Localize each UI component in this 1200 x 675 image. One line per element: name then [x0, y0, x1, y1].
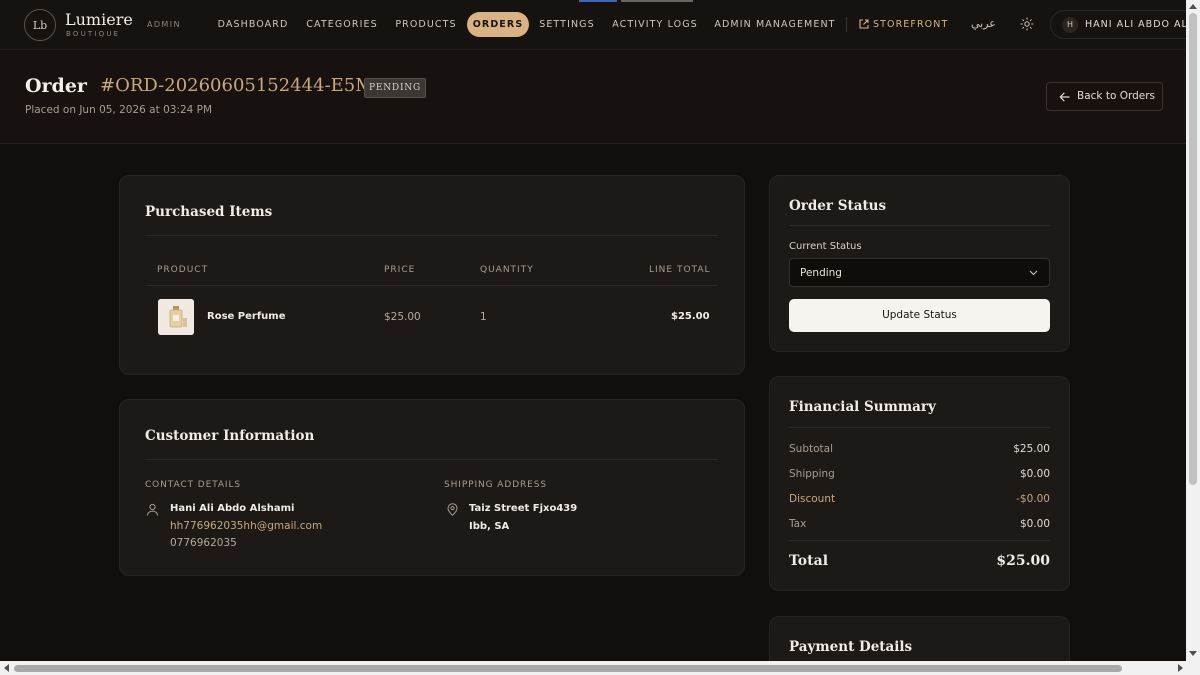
admin-tag: ADMIN — [147, 20, 181, 29]
update-status-button[interactable]: Update Status — [789, 299, 1050, 332]
nav-settings[interactable]: SETTINGS — [535, 12, 599, 37]
table-header-divider — [145, 285, 718, 286]
customer-phone: 0776962035 — [170, 537, 237, 549]
shipping-value: $0.00 — [1019, 468, 1050, 480]
contact-details-label: CONTACT DETAILS — [145, 480, 241, 490]
product-line-total: $25.00 — [671, 311, 710, 322]
brand-logo[interactable]: Lb — [24, 9, 56, 41]
customer-email[interactable]: hh776962035hh@gmail.com — [170, 520, 322, 532]
payment-details-title: Payment Details — [789, 639, 913, 655]
status-select[interactable]: Pending — [789, 258, 1050, 287]
nav-categories[interactable]: CATEGORIES — [301, 12, 383, 37]
shipping-city: Ibb, SA — [469, 521, 510, 532]
column-header-product: PRODUCT — [157, 265, 209, 275]
column-header-line-total: LINE TOTAL — [649, 265, 711, 275]
purchased-items-title: Purchased Items — [145, 204, 273, 220]
chevron-down-icon — [1029, 270, 1038, 276]
back-to-orders-button[interactable]: Back to Orders — [1046, 82, 1163, 111]
map-pin-icon — [447, 503, 458, 516]
placed-on-date: Placed on Jun 05, 2026 at 03:24 PM — [25, 104, 213, 116]
user-icon — [147, 503, 158, 516]
brand-name[interactable]: Lumiere — [65, 10, 133, 29]
product-thumbnail[interactable] — [158, 299, 194, 335]
nav-activity-logs[interactable]: ACTIVITY LOGS — [607, 12, 703, 37]
financial-summary-title: Financial Summary — [789, 399, 936, 415]
product-name[interactable]: Rose Perfume — [207, 311, 286, 322]
order-number: #ORD-20260605152444-E5MAV — [100, 75, 399, 96]
scroll-up-icon[interactable] — [1189, 4, 1197, 9]
column-header-quantity: QUANTITY — [480, 265, 534, 275]
status-badge: PENDING — [364, 78, 426, 98]
nav-dashboard[interactable]: DASHBOARD — [212, 12, 294, 37]
nav-orders[interactable]: ORDERS — [467, 12, 529, 37]
current-status-label: Current Status — [789, 241, 862, 252]
scroll-down-icon[interactable] — [1189, 651, 1197, 656]
order-status-title: Order Status — [789, 198, 887, 214]
total-value: $25.00 — [996, 553, 1050, 569]
shipping-address-label: SHIPPING ADDRESS — [444, 480, 547, 490]
nav-admin-management[interactable]: ADMIN MANAGEMENT — [710, 12, 840, 37]
product-price: $25.00 — [384, 311, 421, 323]
scroll-left-icon[interactable] — [4, 664, 9, 672]
divider — [145, 459, 718, 460]
scroll-right-icon[interactable] — [1178, 664, 1183, 672]
user-name[interactable]: HANI ALI ABDO ALSHAMI — [1085, 19, 1200, 30]
divider — [789, 225, 1050, 226]
discount-label: Discount — [789, 493, 836, 505]
status-select-value: Pending — [800, 267, 842, 279]
shipping-label: Shipping — [789, 468, 835, 480]
horizontal-scrollbar-thumb[interactable] — [14, 665, 1122, 672]
nav-storefront[interactable]: STOREFRONT — [873, 12, 947, 37]
tax-value: $0.00 — [1019, 518, 1050, 530]
avatar[interactable]: H — [1062, 17, 1078, 33]
customer-info-title: Customer Information — [145, 428, 315, 444]
divider — [789, 540, 1050, 541]
column-header-price: PRICE — [384, 265, 416, 275]
divider — [789, 427, 1050, 428]
product-quantity: 1 — [480, 311, 487, 323]
subtotal-value: $25.00 — [1013, 443, 1050, 455]
language-toggle[interactable]: عربي — [971, 17, 996, 30]
discount-value: -$0.00 — [1016, 493, 1050, 505]
shipping-street: Taiz Street Fjxo439 — [469, 503, 578, 514]
customer-name: Hani Ali Abdo Alshami — [170, 503, 295, 514]
page-header — [0, 50, 1186, 144]
nav-divider — [846, 17, 847, 32]
divider — [145, 235, 718, 236]
total-label: Total — [789, 553, 829, 569]
page-title: Order — [25, 75, 87, 97]
tax-label: Tax — [789, 518, 807, 530]
perfume-bottle-icon — [158, 299, 194, 335]
accent-line — [579, 0, 617, 2]
subtotal-label: Subtotal — [789, 443, 833, 455]
nav-products[interactable]: PRODUCTS — [390, 12, 462, 37]
arrow-left-icon — [1059, 92, 1070, 102]
vertical-scrollbar-thumb[interactable] — [1189, 13, 1197, 485]
brand-subtitle: BOUTIQUE — [66, 30, 121, 38]
external-link-icon — [859, 19, 869, 29]
accent-line — [621, 0, 693, 2]
order-details-page: Lb Lumiere BOUTIQUE ADMIN DASHBOARD CATE… — [0, 0, 1200, 675]
sun-icon[interactable] — [1020, 17, 1034, 31]
back-to-orders-label: Back to Orders — [1077, 90, 1156, 102]
